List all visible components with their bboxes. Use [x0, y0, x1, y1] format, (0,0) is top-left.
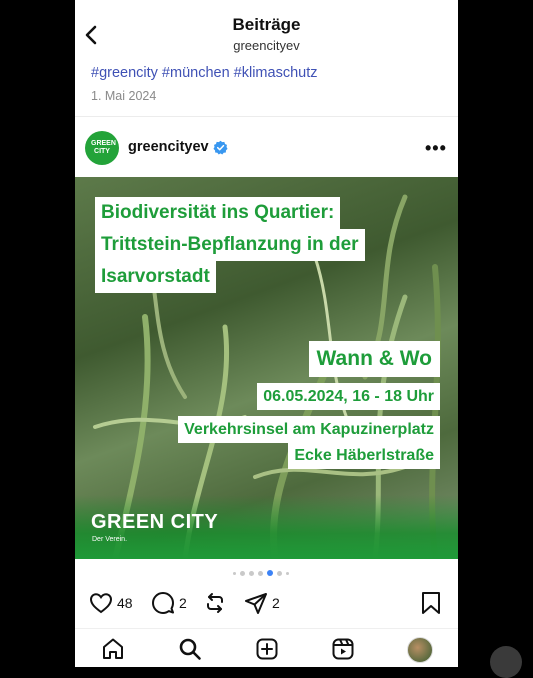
post-username[interactable]: greencityev	[128, 139, 209, 155]
avatar-logo-text: GREEN CITY	[91, 140, 116, 155]
repost-button[interactable]	[203, 590, 227, 616]
more-horizontal-icon[interactable]: •••	[425, 138, 447, 159]
image-title-line-1: Biodiversität ins Quartier:	[95, 197, 341, 229]
carousel-dot	[258, 570, 263, 576]
bottom-navigation	[75, 628, 458, 667]
brand-logo: GREEN CITY	[91, 511, 219, 533]
event-location-line-1: Verkehrsinsel am Kapuzinerplatz	[178, 416, 440, 443]
minimize-button[interactable]	[490, 646, 522, 678]
phone-screen: Beiträge greencityev #greencity #münchen…	[75, 0, 458, 667]
search-icon[interactable]	[178, 637, 202, 661]
post-date: 1. Mai 2024	[91, 89, 157, 103]
event-location-line-2: Ecke Häberlstraße	[288, 442, 440, 469]
hashtags[interactable]: #greencity #münchen #klimaschutz	[91, 65, 317, 81]
home-icon[interactable]	[101, 637, 125, 661]
avatar[interactable]: GREEN CITY	[85, 131, 119, 165]
heart-icon	[89, 593, 113, 614]
comment-icon	[152, 592, 174, 614]
brand-tagline: Der Verein.	[92, 536, 128, 543]
carousel-dot	[286, 571, 289, 575]
page-title: Beiträge	[232, 15, 301, 34]
verified-badge-icon	[213, 140, 228, 155]
plus-square-icon[interactable]	[255, 637, 279, 661]
carousel-dot	[240, 570, 245, 576]
carousel-dot	[277, 570, 282, 576]
share-button[interactable]: 2	[244, 590, 280, 616]
repost-icon	[207, 593, 223, 613]
save-button[interactable]	[420, 590, 442, 616]
carousel-indicator	[233, 570, 289, 576]
page-subtitle[interactable]: greencityev	[75, 38, 458, 53]
send-icon	[245, 593, 267, 614]
reels-icon[interactable]	[331, 637, 355, 661]
comment-button[interactable]: 2	[151, 590, 187, 616]
carousel-dot-active	[267, 570, 273, 576]
comment-count: 2	[179, 595, 187, 611]
bookmark-icon	[422, 592, 440, 614]
share-count: 2	[272, 595, 280, 611]
carousel-dot	[249, 570, 254, 576]
image-title-line-2: Trittstein-Bepflanzung in der	[95, 229, 365, 261]
image-title-line-3: Isarvorstadt	[95, 261, 216, 293]
top-bar: Beiträge greencityev	[75, 0, 458, 58]
like-count: 48	[117, 595, 133, 611]
profile-avatar[interactable]	[407, 637, 433, 663]
post-image[interactable]: Biodiversität ins Quartier: Trittstein-B…	[75, 177, 458, 559]
carousel-dot	[233, 571, 236, 575]
divider	[75, 116, 458, 117]
like-button[interactable]: 48	[89, 590, 133, 616]
event-time: 06.05.2024, 16 - 18 Uhr	[257, 383, 440, 410]
image-heading: Wann & Wo	[308, 341, 440, 377]
